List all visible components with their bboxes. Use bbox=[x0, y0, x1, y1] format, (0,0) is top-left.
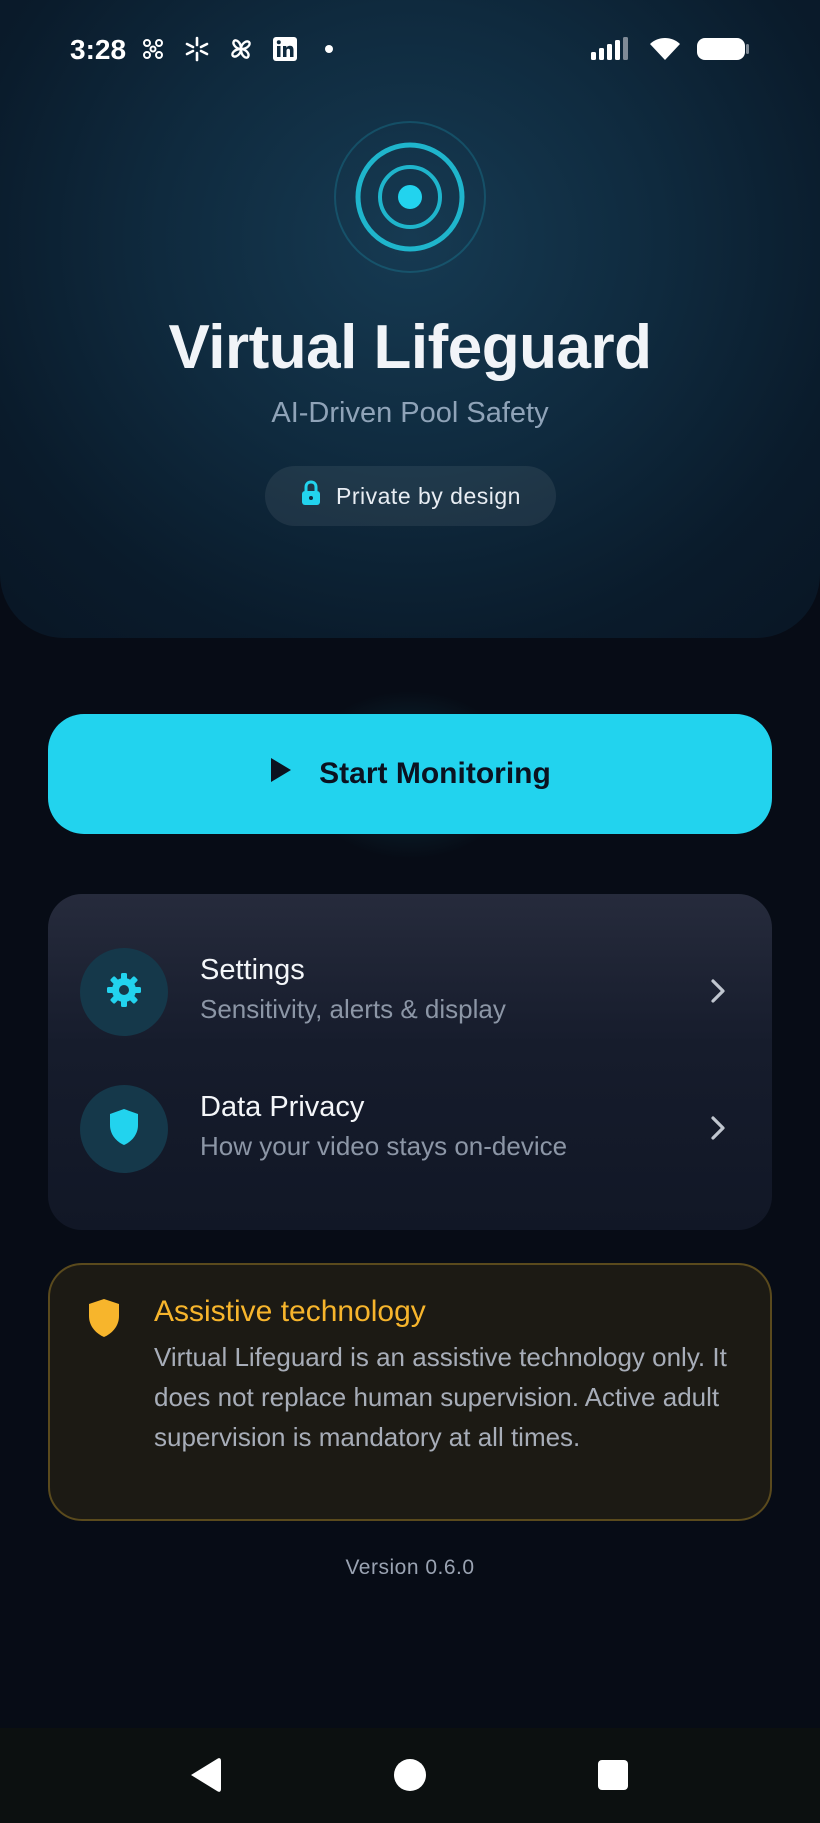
radar-icon bbox=[333, 120, 487, 274]
disclaimer-title: Assistive technology bbox=[154, 1295, 426, 1328]
disclaimer-card: Assistive technology Virtual Lifeguard i… bbox=[48, 1263, 772, 1521]
menu-item-title: Data Privacy bbox=[200, 1091, 365, 1123]
menu-item-settings[interactable]: Settings Sensitivity, alerts & display bbox=[48, 932, 772, 1052]
battery-icon bbox=[696, 36, 750, 67]
dot-icon bbox=[316, 36, 342, 62]
menu-item-title: Settings bbox=[200, 954, 305, 986]
menu-card: Settings Sensitivity, alerts & display D… bbox=[48, 894, 772, 1230]
menu-item-subtitle: How your video stays on-device bbox=[200, 1131, 568, 1161]
recents-icon[interactable] bbox=[588, 1750, 638, 1800]
version-label: Version 0.6.0 bbox=[345, 1556, 475, 1579]
notification-icons bbox=[140, 36, 342, 62]
privacy-badge-label: Private by design bbox=[336, 482, 521, 509]
chevron-right-icon bbox=[708, 976, 728, 1006]
status-time: 3:28 bbox=[70, 34, 127, 65]
status-bar: 3:28 bbox=[0, 30, 820, 74]
menu-item-subtitle: Sensitivity, alerts & display bbox=[200, 994, 506, 1024]
sparkle-icon bbox=[184, 36, 210, 62]
gear-icon bbox=[104, 970, 144, 1015]
start-monitoring-button[interactable]: Start Monitoring bbox=[48, 714, 772, 834]
privacy-badge: Private by design bbox=[265, 466, 556, 526]
pinwheel-icon bbox=[140, 36, 166, 62]
fan-icon bbox=[228, 36, 254, 62]
back-icon[interactable] bbox=[180, 1750, 230, 1800]
linkedin-icon bbox=[272, 36, 298, 62]
play-icon bbox=[269, 757, 293, 791]
gear-icon-wrap bbox=[80, 948, 168, 1036]
shield-icon bbox=[86, 1297, 122, 1344]
home-icon[interactable] bbox=[385, 1750, 435, 1800]
start-monitoring-label: Start Monitoring bbox=[319, 757, 551, 790]
app-title: Virtual Lifeguard bbox=[168, 313, 653, 382]
lock-icon bbox=[300, 480, 322, 512]
system-nav-bar bbox=[0, 1728, 820, 1823]
shield-icon bbox=[107, 1107, 141, 1152]
hero-header: 3:28 Virtual Lifeguard AI-Driven Pool Sa… bbox=[0, 0, 820, 638]
menu-item-data-privacy[interactable]: Data Privacy How your video stays on-dev… bbox=[48, 1069, 772, 1189]
app-subtitle: AI-Driven Pool Safety bbox=[271, 397, 549, 429]
chevron-right-icon bbox=[708, 1113, 728, 1143]
shield-icon-wrap bbox=[80, 1085, 168, 1173]
system-icons bbox=[590, 36, 750, 67]
signal-icon bbox=[590, 36, 634, 67]
disclaimer-body: Virtual Lifeguard is an assistive techno… bbox=[154, 1342, 727, 1452]
wifi-icon bbox=[648, 36, 682, 67]
